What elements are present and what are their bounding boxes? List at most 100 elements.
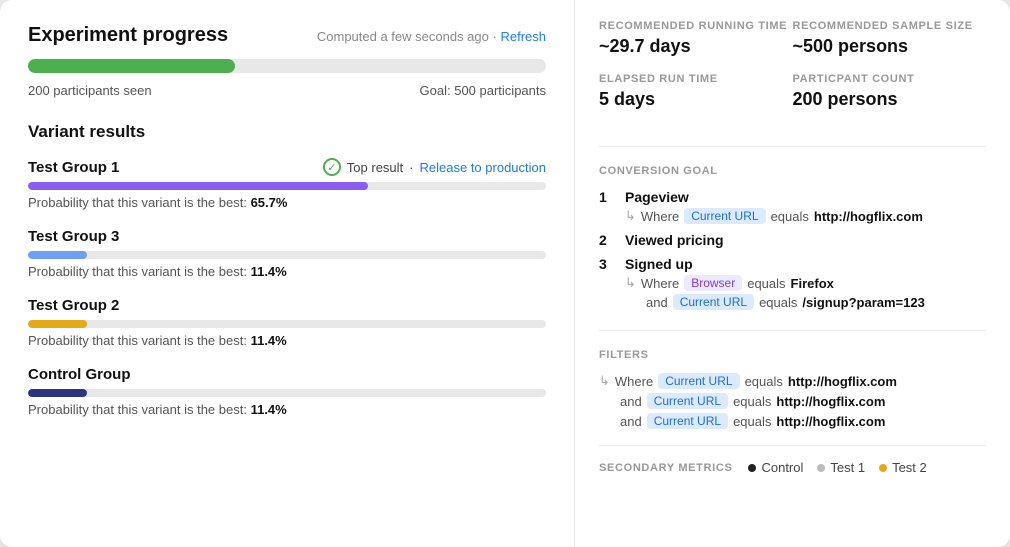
variant-name-3: Test Group 2 xyxy=(28,297,119,314)
variant-item-1: Test Group 1 ✓ Top result · Release to p… xyxy=(28,158,546,210)
elapsed-run-time-value: 5 days xyxy=(599,89,793,110)
variant-bar-bg-4 xyxy=(28,389,546,397)
conversion-goal-list: 1 Pageview ↳ Where Current URL equals ht… xyxy=(599,189,986,310)
where-label-f1: Where xyxy=(615,374,653,389)
filter-value-3: http://hogflix.com xyxy=(776,414,885,429)
release-to-production-link[interactable]: Release to production xyxy=(420,160,546,175)
current-url-tag-1: Current URL xyxy=(684,208,765,224)
filters-divider xyxy=(599,330,986,331)
goal-number-3: 3 xyxy=(599,256,615,272)
goal-number-1: 1 xyxy=(599,189,615,205)
equals-text-3-2: equals xyxy=(759,295,797,310)
recommended-running-time-label: RECOMMENDED RUNNING TIME xyxy=(599,20,793,32)
participant-count-label: PARTICPANT COUNT xyxy=(793,73,987,85)
legend-label-control: Control xyxy=(761,460,803,475)
main-container: Experiment progress Computed a few secon… xyxy=(0,0,1010,547)
probability-text-1: Probability that this variant is the bes… xyxy=(28,195,546,210)
probability-value-4: 11.4% xyxy=(251,402,287,417)
goal-row-2: 2 Viewed pricing xyxy=(599,232,986,248)
filters-section: ↳ Where Current URL equals http://hogfli… xyxy=(599,373,986,429)
variant-item-4: Control Group Probability that this vari… xyxy=(28,366,546,417)
legend-items: Control Test 1 Test 2 xyxy=(748,460,926,475)
elapsed-run-time-label: ELAPSED RUN TIME xyxy=(599,73,793,85)
variant-header-3: Test Group 2 xyxy=(28,297,546,314)
computed-text: Computed a few seconds ago · Refresh xyxy=(317,29,546,44)
legend-label-test1: Test 1 xyxy=(830,460,865,475)
legend-dot-test1 xyxy=(817,464,825,472)
variant-name-4: Control Group xyxy=(28,366,130,383)
secondary-metrics-bar: SECONDARY METRICS Control Test 1 Test 2 xyxy=(599,445,986,475)
variant-item-3: Test Group 2 Probability that this varia… xyxy=(28,297,546,348)
experiment-title: Experiment progress xyxy=(28,24,228,47)
metrics-grid: RECOMMENDED RUNNING TIME ~29.7 days RECO… xyxy=(599,20,986,126)
check-circle-icon: ✓ xyxy=(323,158,341,176)
goal-row-3: 3 Signed up xyxy=(599,256,986,272)
recommended-running-time-value: ~29.7 days xyxy=(599,36,793,57)
goal-item-3: 3 Signed up ↳ Where Browser equals Firef… xyxy=(599,256,986,310)
variant-bar-fill-2 xyxy=(28,251,87,259)
filter-value-1: http://hogflix.com xyxy=(788,374,897,389)
equals-text-1: equals xyxy=(771,209,809,224)
recommended-sample-size-value: ~500 persons xyxy=(793,36,987,57)
participant-count-block: PARTICPANT COUNT 200 persons xyxy=(793,73,987,126)
variant-bar-bg-3 xyxy=(28,320,546,328)
top-result-label: Top result xyxy=(347,160,403,175)
probability-value-1: 65.7% xyxy=(251,195,288,210)
variant-header-4: Control Group xyxy=(28,366,546,383)
participants-seen: 200 participants seen xyxy=(28,83,152,98)
variant-header-2: Test Group 3 xyxy=(28,228,546,245)
current-url-tag-f3: Current URL xyxy=(647,413,728,429)
arrow-icon-f1: ↳ xyxy=(599,373,610,389)
top-result-badge: ✓ Top result · Release to production xyxy=(323,158,546,176)
variant-bar-fill-3 xyxy=(28,320,87,328)
arrow-icon-1: ↳ xyxy=(625,208,636,224)
participant-count-value: 200 persons xyxy=(793,89,987,110)
recommended-sample-size-label: RECOMMENDED SAMPLE SIZE xyxy=(793,20,987,32)
recommended-sample-size-block: RECOMMENDED SAMPLE SIZE ~500 persons xyxy=(793,20,987,73)
goal-number-2: 2 xyxy=(599,232,615,248)
goal-label: Goal: 500 participants xyxy=(420,83,546,98)
goal-sub-1-line-1: ↳ Where Current URL equals http://hogfli… xyxy=(625,208,986,224)
progress-labels: 200 participants seen Goal: 500 particip… xyxy=(28,83,546,98)
where-label-3-1: Where xyxy=(641,276,679,291)
equals-f2: equals xyxy=(733,394,771,409)
url-value-1: http://hogflix.com xyxy=(814,209,923,224)
filter-value-2: http://hogflix.com xyxy=(776,394,885,409)
current-url-tag-3-2: Current URL xyxy=(673,294,754,310)
goal-item-2: 2 Viewed pricing xyxy=(599,232,986,248)
probability-text-3: Probability that this variant is the bes… xyxy=(28,333,546,348)
progress-bar-fill xyxy=(28,59,235,73)
browser-value: Firefox xyxy=(791,276,834,291)
legend-control: Control xyxy=(748,460,803,475)
recommended-running-time-block: RECOMMENDED RUNNING TIME ~29.7 days xyxy=(599,20,793,73)
url-value-3-2: /signup?param=123 xyxy=(802,295,924,310)
probability-text-4: Probability that this variant is the bes… xyxy=(28,402,546,417)
variant-header-1: Test Group 1 ✓ Top result · Release to p… xyxy=(28,158,546,176)
current-url-tag-f2: Current URL xyxy=(647,393,728,409)
variant-bar-bg-1 xyxy=(28,182,546,190)
left-panel: Experiment progress Computed a few secon… xyxy=(0,0,575,547)
variant-bar-fill-4 xyxy=(28,389,87,397)
legend-test2: Test 2 xyxy=(879,460,927,475)
where-label-1: Where xyxy=(641,209,679,224)
secondary-metrics-label: SECONDARY METRICS xyxy=(599,462,732,474)
variant-name-2: Test Group 3 xyxy=(28,228,119,245)
filter-row-2: and Current URL equals http://hogflix.co… xyxy=(599,393,986,409)
legend-dot-control xyxy=(748,464,756,472)
arrow-icon-3-1: ↳ xyxy=(625,275,636,291)
and-label-f2: and xyxy=(620,394,642,409)
variant-name-1: Test Group 1 xyxy=(28,159,119,176)
refresh-button[interactable]: Refresh xyxy=(500,29,546,44)
goal-item-1: 1 Pageview ↳ Where Current URL equals ht… xyxy=(599,189,986,224)
variant-bar-bg-2 xyxy=(28,251,546,259)
equals-text-3-1: equals xyxy=(747,276,785,291)
metrics-divider xyxy=(599,146,986,147)
and-label-f3: and xyxy=(620,414,642,429)
probability-value-3: 11.4% xyxy=(251,333,287,348)
elapsed-run-time-block: ELAPSED RUN TIME 5 days xyxy=(599,73,793,126)
equals-f1: equals xyxy=(745,374,783,389)
filter-row-1: ↳ Where Current URL equals http://hogfli… xyxy=(599,373,986,389)
variant-bar-fill-1 xyxy=(28,182,368,190)
experiment-header: Experiment progress Computed a few secon… xyxy=(28,24,546,47)
variant-item-2: Test Group 3 Probability that this varia… xyxy=(28,228,546,279)
